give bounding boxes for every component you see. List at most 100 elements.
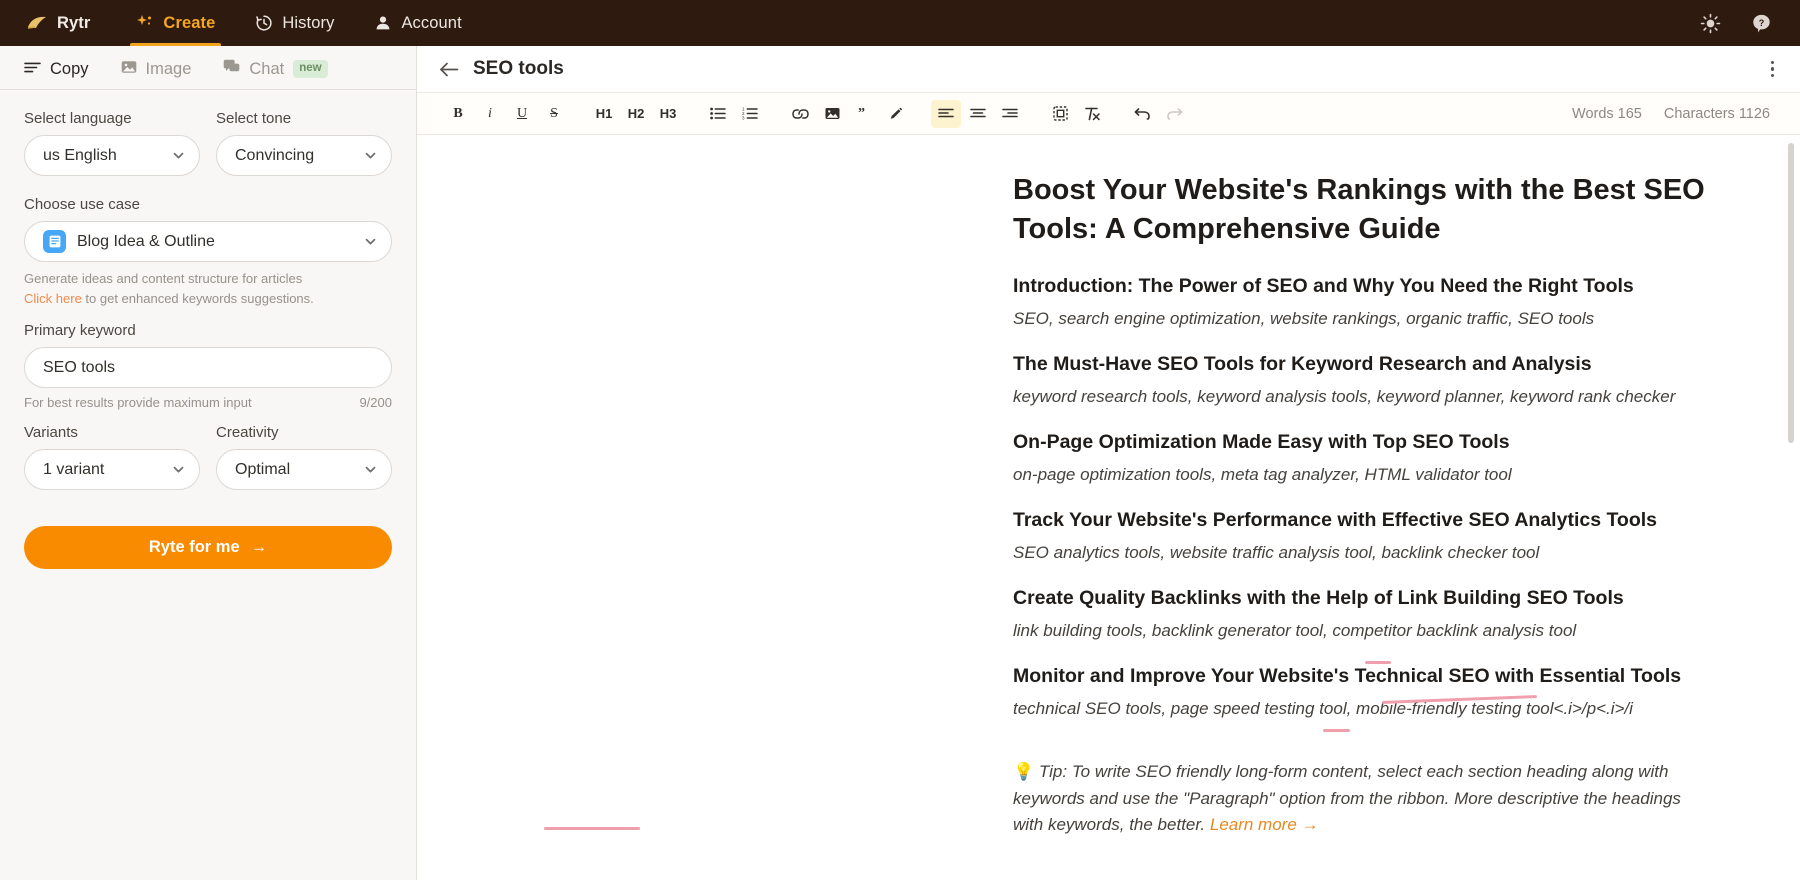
rytr-logo-text: Rytr xyxy=(57,13,91,32)
sidebar-tab-bar: Copy Image Chat new xyxy=(0,46,416,90)
arrow-left-icon[interactable] xyxy=(439,61,459,78)
use-case-helper: Generate ideas and content structure for… xyxy=(24,269,392,308)
lightbulb-icon: 💡 xyxy=(1013,762,1035,782)
annotation-mark xyxy=(544,827,640,830)
tab-image[interactable]: Image xyxy=(109,60,208,89)
tone-label: Select tone xyxy=(216,110,292,127)
top-nav-left-group: Rytr Create History Account xyxy=(0,0,482,46)
lines-icon xyxy=(24,60,41,79)
use-case-helper-text: Generate ideas and content structure for… xyxy=(24,271,303,286)
document-section: Monitor and Improve Your Website's Techn… xyxy=(1013,661,1710,733)
undo-button[interactable] xyxy=(1127,100,1157,128)
annotation-mark xyxy=(1365,661,1391,665)
arrow-right-icon: → xyxy=(250,538,268,556)
language-label: Select language xyxy=(24,110,132,127)
strikethrough-button[interactable]: S xyxy=(539,100,569,128)
align-center-button[interactable] xyxy=(963,100,993,128)
variants-select[interactable]: 1 variant xyxy=(24,449,200,490)
document-section: Introduction: The Power of SEO and Why Y… xyxy=(1013,275,1710,329)
insert-block-button[interactable] xyxy=(1045,100,1075,128)
nav-item-create[interactable]: Create xyxy=(116,0,235,46)
align-right-button[interactable] xyxy=(995,100,1025,128)
language-tone-row: Select language us English Select tone C… xyxy=(24,110,392,190)
underline-button[interactable]: U xyxy=(507,100,537,128)
tone-value: Convincing xyxy=(235,146,315,164)
sidebar: Copy Image Chat new Select language us E… xyxy=(0,46,417,880)
section-heading: On-Page Optimization Made Easy with Top … xyxy=(1013,431,1510,454)
click-here-link[interactable]: Click here xyxy=(24,291,82,306)
rytr-logo[interactable]: Rytr xyxy=(22,0,116,46)
toolbar-group-headings: H1 H2 H3 xyxy=(579,100,693,128)
quote-button[interactable]: ” xyxy=(849,100,879,128)
top-navigation-bar: Rytr Create History Account ? xyxy=(0,0,1800,46)
ryte-for-me-button[interactable]: Ryte for me → xyxy=(24,526,392,569)
bulleted-list-button[interactable] xyxy=(703,100,733,128)
align-left-button[interactable] xyxy=(931,99,961,128)
heading-2-button[interactable]: H2 xyxy=(621,100,651,128)
heading-3-button[interactable]: H3 xyxy=(653,100,683,128)
nav-item-account-label: Account xyxy=(401,13,462,32)
tip-text: Tip: To write SEO friendly long-form con… xyxy=(1013,762,1681,834)
section-heading: Introduction: The Power of SEO and Why Y… xyxy=(1013,275,1634,298)
language-field: Select language us English xyxy=(24,110,200,176)
help-icon[interactable]: ? xyxy=(1751,13,1772,34)
tab-chat-new-badge: new xyxy=(293,60,328,78)
numbered-list-button[interactable]: 123 xyxy=(735,100,765,128)
document-title: SEO tools xyxy=(473,58,564,79)
nav-item-account[interactable]: Account xyxy=(354,0,481,46)
variants-creativity-row: Variants 1 variant Creativity Optimal xyxy=(24,424,392,504)
heading-1-button[interactable]: H1 xyxy=(589,100,619,128)
sparkle-icon xyxy=(136,14,154,32)
document-section: The Must-Have SEO Tools for Keyword Rese… xyxy=(1013,353,1710,407)
toolbar-group-history xyxy=(1117,100,1199,128)
redo-button[interactable] xyxy=(1159,100,1189,128)
primary-keyword-field: Primary keyword For best results provide… xyxy=(24,322,392,410)
keyword-suggestion-line: Click here to get enhanced keywords sugg… xyxy=(24,289,392,309)
language-select[interactable]: us English xyxy=(24,135,200,176)
bold-button[interactable]: B xyxy=(443,100,473,128)
learn-more-link[interactable]: Learn more → xyxy=(1210,815,1319,834)
tab-chat[interactable]: Chat new xyxy=(211,59,343,89)
document-page[interactable]: Boost Your Website's Rankings with the B… xyxy=(417,135,1800,880)
editor-toolbar: B i U S H1 H2 H3 1 2 3 ” Words 165 Chara… xyxy=(417,92,1800,135)
editor-counts: Words 165 Characters 1126 xyxy=(1572,106,1788,122)
tone-select[interactable]: Convincing xyxy=(216,135,392,176)
toolbar-group-text-style: B i U S xyxy=(433,100,579,128)
tab-copy-label: Copy xyxy=(50,60,89,78)
kebab-menu-icon[interactable] xyxy=(1769,55,1777,84)
creativity-label: Creativity xyxy=(216,424,279,441)
tab-image-label: Image xyxy=(145,60,192,78)
primary-keyword-input[interactable] xyxy=(24,347,392,388)
chevron-down-icon xyxy=(364,149,377,162)
editor-panel: SEO tools B i U S H1 H2 H3 1 2 3 ” Words… xyxy=(417,46,1800,880)
use-case-select[interactable]: Blog Idea & Outline xyxy=(24,221,392,262)
highlight-pen-button[interactable] xyxy=(881,100,911,128)
tip-box: 💡 Tip: To write SEO friendly long-form c… xyxy=(1013,759,1710,838)
italic-button[interactable]: i xyxy=(475,100,505,128)
creativity-select[interactable]: Optimal xyxy=(216,449,392,490)
tab-copy[interactable]: Copy xyxy=(12,60,105,89)
nav-item-history[interactable]: History xyxy=(235,0,354,46)
variants-value: 1 variant xyxy=(43,460,105,478)
main-split: Copy Image Chat new Select language us E… xyxy=(0,46,1800,880)
clear-format-button[interactable] xyxy=(1077,100,1107,128)
image-button[interactable] xyxy=(817,100,847,128)
section-heading: The Must-Have SEO Tools for Keyword Rese… xyxy=(1013,353,1592,376)
creativity-value: Optimal xyxy=(235,460,291,478)
editor-scrollbar[interactable] xyxy=(1788,143,1794,443)
document-header: SEO tools xyxy=(417,46,1800,92)
brightness-icon[interactable] xyxy=(1700,13,1721,34)
user-icon xyxy=(374,14,392,32)
editor-canvas[interactable]: Boost Your Website's Rankings with the B… xyxy=(417,135,1800,880)
primary-keyword-helper: For best results provide maximum input xyxy=(24,395,252,410)
primary-keyword-helper-row: For best results provide maximum input 9… xyxy=(24,395,392,410)
section-keywords: keyword research tools, keyword analysis… xyxy=(1013,387,1676,407)
nav-item-history-label: History xyxy=(282,13,335,32)
document-section: Track Your Website's Performance with Ef… xyxy=(1013,509,1710,563)
link-button[interactable] xyxy=(785,100,815,128)
toolbar-group-alignment xyxy=(921,99,1035,128)
language-value: us English xyxy=(43,146,117,164)
document-heading-1: Boost Your Website's Rankings with the B… xyxy=(1013,174,1705,246)
character-count: Characters 1126 xyxy=(1663,105,1770,122)
app-root: Rytr Create History Account ? Copy Image… xyxy=(0,0,1800,880)
